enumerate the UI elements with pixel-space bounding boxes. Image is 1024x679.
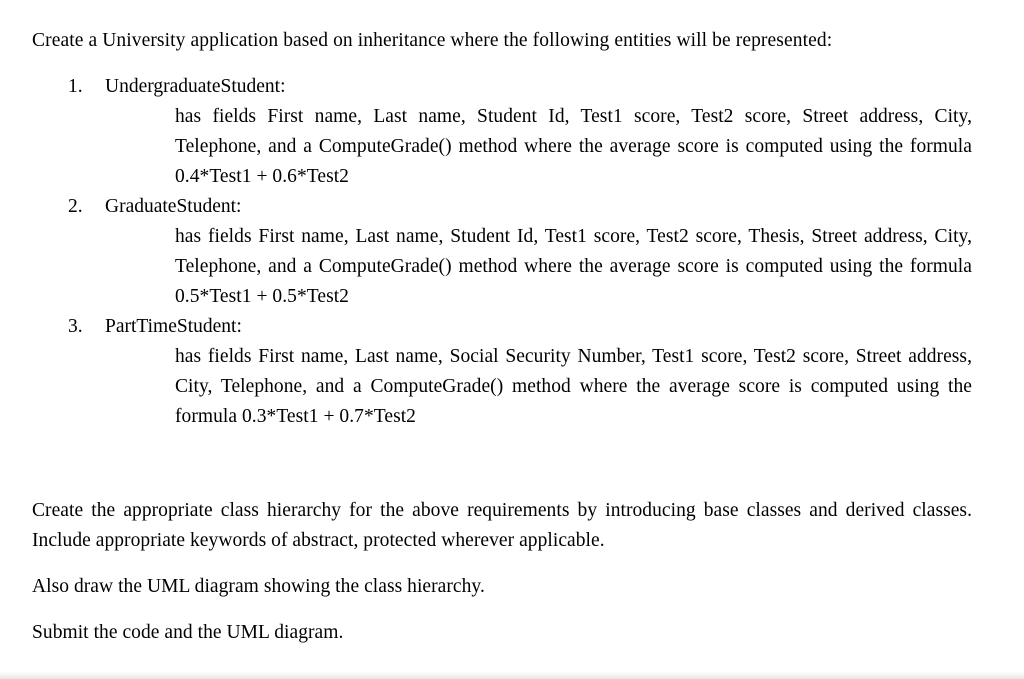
entity-description: has fields First name, Last name, Social… — [175, 346, 972, 427]
entity-description: has fields First name, Last name, Studen… — [175, 226, 972, 307]
list-item: 1. UndergraduateStudent: has fields Firs… — [32, 72, 972, 192]
entity-list: 1. UndergraduateStudent: has fields Firs… — [32, 72, 972, 432]
closing-paragraph-submit: Submit the code and the UML diagram. — [32, 622, 344, 643]
entity-number: 2. — [68, 196, 83, 217]
closing-paragraph-uml: Also draw the UML diagram showing the cl… — [32, 576, 485, 597]
list-item: 2. GraduateStudent: has fields First nam… — [32, 192, 972, 312]
entity-number: 1. — [68, 76, 83, 97]
page-bottom-edge — [0, 671, 1024, 679]
entity-number: 3. — [68, 316, 83, 337]
entity-name: UndergraduateStudent: — [105, 76, 286, 97]
entity-name: PartTimeStudent: — [105, 316, 242, 337]
entity-heading: 3. PartTimeStudent: — [32, 312, 972, 342]
document-page: Create a University application based on… — [0, 0, 1024, 679]
entity-heading: 1. UndergraduateStudent: — [32, 72, 972, 102]
closing-paragraph-hierarchy: Create the appropriate class hierarchy f… — [32, 500, 972, 551]
entity-description: has fields First name, Last name, Studen… — [175, 106, 972, 187]
entity-heading: 2. GraduateStudent: — [32, 192, 972, 222]
entity-name: GraduateStudent: — [105, 196, 242, 217]
list-item: 3. PartTimeStudent: has fields First nam… — [32, 312, 972, 432]
intro-paragraph: Create a University application based on… — [32, 30, 833, 51]
